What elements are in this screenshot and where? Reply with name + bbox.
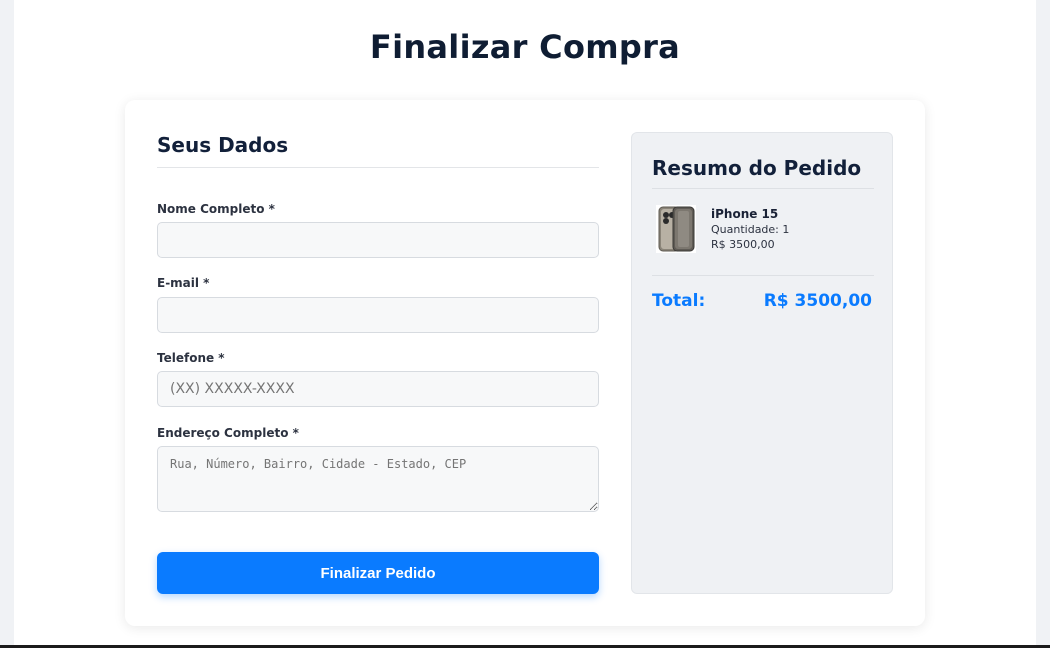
address-label: Endereço Completo * [157, 426, 299, 440]
name-label: Nome Completo * [157, 202, 275, 216]
form-section-title: Seus Dados [157, 132, 599, 168]
name-field[interactable] [157, 222, 599, 258]
order-summary: Resumo do Pedido iPhone 15 Quantidade: 1… [631, 132, 893, 594]
submit-order-button[interactable]: Finalizar Pedido [157, 552, 599, 594]
page-title: Finalizar Compra [369, 28, 681, 66]
customer-form: Seus Dados Nome Completo * E-mail * Tele… [157, 132, 599, 594]
product-quantity: Quantidade: 1 [711, 223, 790, 236]
email-label: E-mail * [157, 276, 210, 290]
total-value: R$ 3500,00 [763, 291, 872, 311]
email-field[interactable] [157, 297, 599, 333]
phone-field[interactable] [157, 371, 599, 407]
iphone-product-image [656, 205, 696, 253]
summary-title: Resumo do Pedido [652, 155, 874, 189]
address-field[interactable] [157, 446, 599, 512]
order-item: iPhone 15 Quantidade: 1 R$ 3500,00 [652, 205, 874, 276]
total-label: Total: [652, 291, 706, 311]
phone-label: Telefone * [157, 351, 225, 365]
product-name: iPhone 15 [711, 207, 779, 221]
checkout-card: Seus Dados Nome Completo * E-mail * Tele… [125, 100, 925, 626]
product-price: R$ 3500,00 [711, 238, 775, 251]
